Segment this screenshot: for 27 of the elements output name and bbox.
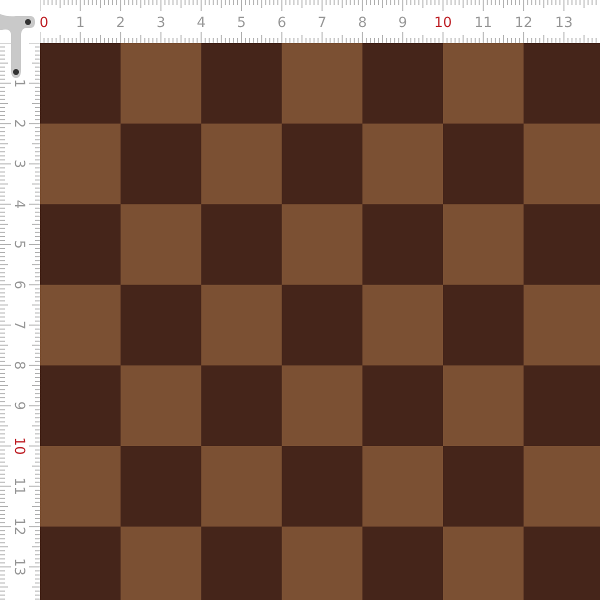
ruler-label: 2 bbox=[11, 119, 27, 128]
ruler-label: 2 bbox=[116, 15, 126, 31]
ruler-label: 3 bbox=[11, 159, 27, 168]
ruler-label: 1 bbox=[11, 78, 27, 88]
ruler-label: 6 bbox=[11, 280, 27, 290]
ruler-label: 6 bbox=[277, 15, 286, 31]
ruler-label: 1 bbox=[76, 15, 85, 31]
ruler-label: 5 bbox=[11, 240, 27, 249]
ruler-label: 7 bbox=[11, 320, 27, 330]
ruler-label: 4 bbox=[11, 200, 27, 209]
ruler-label: 5 bbox=[237, 15, 246, 31]
ruler-label: 13 bbox=[554, 15, 573, 31]
ruler-label: 12 bbox=[11, 518, 27, 536]
ruler-label: 10 bbox=[11, 437, 27, 455]
ruler-label: 8 bbox=[11, 360, 27, 370]
ruler-label: 13 bbox=[11, 558, 27, 576]
ruler-label: 11 bbox=[11, 477, 27, 496]
ruler-label: 9 bbox=[398, 15, 408, 31]
ruler-label: 12 bbox=[514, 15, 533, 31]
ruler-label: 9 bbox=[11, 401, 27, 410]
ruler-label: 0 bbox=[40, 15, 48, 31]
ruler-label: 7 bbox=[318, 15, 327, 31]
ruler-label: 11 bbox=[474, 15, 492, 31]
ruler-label: 10 bbox=[434, 15, 452, 31]
ruler-label: 4 bbox=[196, 15, 206, 31]
ruler-label: 8 bbox=[358, 15, 367, 31]
ruler-label: 3 bbox=[156, 15, 166, 31]
